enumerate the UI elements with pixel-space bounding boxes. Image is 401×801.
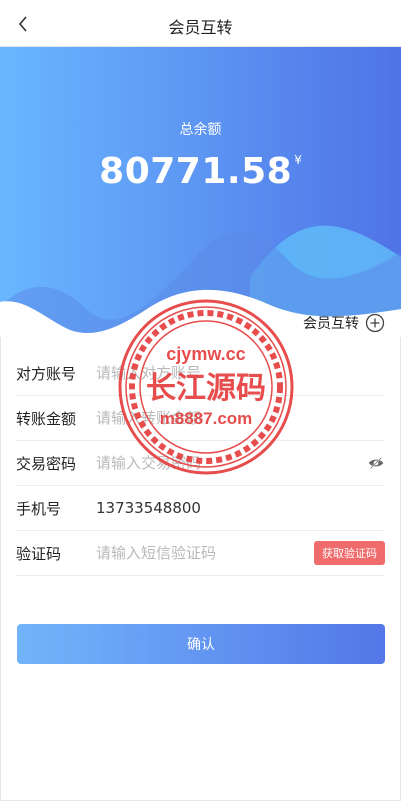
get-code-button[interactable]: 获取验证码 [314, 541, 385, 565]
account-input[interactable] [96, 358, 385, 388]
password-label: 交易密码 [16, 454, 77, 473]
member-transfer-link[interactable]: 会员互转 [303, 313, 385, 333]
member-transfer-label: 会员互转 [303, 316, 359, 332]
amount-label: 转账金额 [16, 409, 77, 428]
account-row: 对方账号 [16, 351, 385, 396]
eye-off-icon[interactable] [367, 454, 385, 472]
page-title: 会员互转 [168, 18, 233, 37]
balance-display: 80771.58 ¥ [0, 151, 401, 192]
code-label: 验证码 [16, 544, 62, 563]
top-bar: 会员互转 [0, 0, 401, 47]
amount-row: 转账金额 [16, 396, 385, 441]
balance-amount: 80771.58 [99, 151, 293, 192]
phone-row: 手机号 13733548800 [16, 486, 385, 531]
code-row: 验证码 获取验证码 [16, 531, 385, 576]
amount-input[interactable] [96, 403, 385, 433]
password-input[interactable] [96, 448, 367, 478]
balance-label: 总余额 [179, 122, 222, 138]
confirm-button[interactable]: 确认 [17, 624, 385, 664]
currency-symbol: ¥ [294, 153, 302, 167]
transfer-form: 对方账号 转账金额 交易密码 手机号 13733548800 验证码 获取验证码 [16, 351, 385, 576]
account-label: 对方账号 [16, 364, 77, 383]
phone-label: 手机号 [16, 499, 62, 518]
code-input[interactable] [96, 538, 314, 568]
wave-decoration [0, 225, 401, 337]
balance-hero: 总余额 80771.58 ¥ [0, 47, 401, 337]
password-row: 交易密码 [16, 441, 385, 486]
plus-circle-icon [365, 313, 385, 333]
phone-value: 13733548800 [96, 499, 201, 517]
